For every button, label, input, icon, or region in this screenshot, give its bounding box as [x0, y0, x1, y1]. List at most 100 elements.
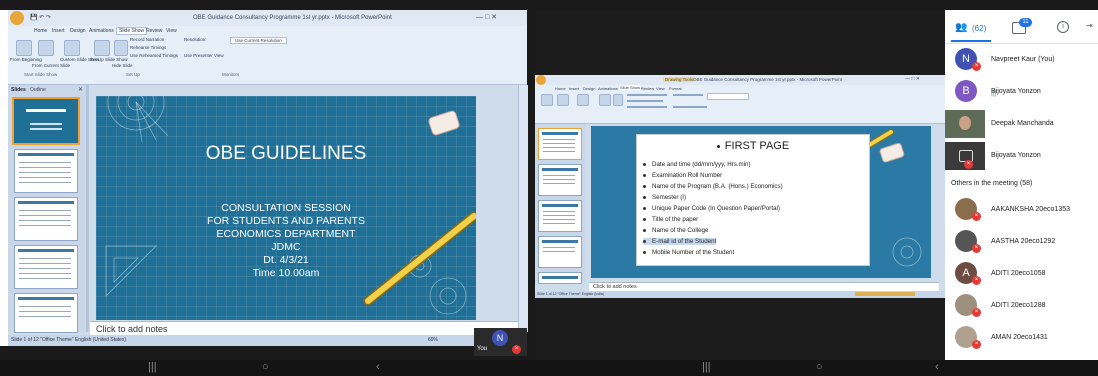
tab-animations-2[interactable]: Animations [598, 86, 618, 91]
resolution-select[interactable]: Use Current Resolution [230, 37, 287, 44]
participant-row[interactable]: × AASTHA 20eco1292 [945, 228, 1098, 256]
tab-slide-show[interactable]: Slide Show [116, 27, 148, 35]
from-beginning-icon[interactable] [16, 40, 32, 56]
tab-design-2[interactable]: Design [583, 86, 595, 91]
eraser-icon [428, 110, 460, 136]
group-monitors: Monitors [222, 72, 240, 77]
participant-row[interactable]: × ADITI 20eco1288 [945, 292, 1098, 320]
group-set-up: Set Up [126, 72, 140, 77]
thumbnail-slide-2[interactable] [14, 149, 78, 193]
tab-insert-2[interactable]: Insert [569, 86, 579, 91]
zoom-slider[interactable] [855, 292, 915, 296]
left-powerpoint-window: 💾 ↶ ↷ OBE Guidance Consultancy Programme… [8, 10, 528, 356]
custom-show-icon[interactable] [64, 40, 80, 56]
slide-thumbnail-pane-2 [535, 124, 585, 284]
tab-slide-show-2[interactable]: Slide Show [619, 85, 642, 90]
participant-row[interactable]: N × Navpreet Kaur (You) [945, 44, 1098, 76]
tab-animations[interactable]: Animations [89, 28, 114, 34]
use-presenter-view[interactable]: Use Presenter View [184, 53, 224, 58]
office-button-icon[interactable] [10, 11, 24, 25]
people-count: (62) [972, 24, 987, 33]
participant-row[interactable]: × Bijoyata Yonzon [945, 140, 1098, 172]
ribbon: Home Insert Design Animations Slide Show… [8, 26, 527, 85]
thumbnail-r-5[interactable] [538, 272, 582, 284]
hide-slide-label[interactable]: Hide Slide [112, 63, 133, 68]
recents-icon-2[interactable]: ||| [702, 361, 711, 373]
slide-content-box[interactable]: FIRST PAGE Date and time (dd/mm/yyy, Hrs… [636, 134, 870, 266]
status-text-2: Slide 1 of 12 "Office Theme" English (In… [537, 292, 605, 296]
slide-title: OBE GUIDELINES [205, 143, 367, 164]
participant-row[interactable]: A × ADITI 20eco1058 [945, 260, 1098, 288]
quick-access-icon[interactable]: 💾 ↶ ↷ [30, 14, 51, 21]
hide-slide-icon-2[interactable] [613, 94, 623, 106]
self-avatar: N [492, 330, 508, 346]
mic-off-icon: × [964, 160, 973, 169]
record-narration[interactable]: Record Narration [130, 37, 164, 42]
rehearse-timings[interactable]: Rehearse Timings [130, 45, 166, 50]
slide-line-3: ECONOMICS DEPARTMENT [216, 228, 356, 240]
use-rehearsed-timings[interactable]: Use Rehearsed Timings [130, 53, 178, 58]
slide-line-4: JDMC [271, 241, 301, 253]
participant-name: Bijoyata Yonzon [991, 88, 1041, 95]
participant-row[interactable]: Deepak Manchanda [945, 108, 1098, 140]
from-current-label[interactable]: From Current Slide [32, 63, 70, 68]
collapse-panel-icon[interactable]: ⇥ [1086, 21, 1093, 30]
home-icon-2[interactable]: ○ [816, 361, 823, 373]
main-slide[interactable]: OBE GUIDELINES CONSULTATION SESSION FOR … [96, 96, 476, 320]
custom-show-icon-2[interactable] [577, 94, 589, 106]
vertical-scrollbar[interactable] [518, 85, 528, 332]
tab-home[interactable]: Home [34, 28, 47, 34]
back-icon[interactable]: ‹ [376, 361, 380, 373]
thumbnail-slide-1[interactable] [12, 97, 80, 145]
notes-placeholder: Click to add notes [96, 324, 168, 334]
participants-panel: 👥 (62) 11 i ⇥ N × Navpreet Kaur (You) B … [945, 10, 1098, 360]
set-up-show-icon[interactable] [94, 40, 110, 56]
tab-review[interactable]: Review [146, 28, 162, 34]
tab-view[interactable]: View [166, 28, 177, 34]
right-letterbox-bottom [535, 298, 945, 360]
thumbnail-slide-4[interactable] [14, 245, 78, 289]
recents-icon[interactable]: ||| [148, 361, 157, 373]
pane-splitter[interactable] [86, 85, 89, 332]
window-controls-icon[interactable]: — □ ✕ [476, 13, 497, 21]
thumbnail-slide-5[interactable] [14, 293, 78, 333]
participant-row[interactable]: × AAKANKSHA 20eco1353 [945, 196, 1098, 224]
android-nav-bar: ||| ○ ‹ ||| ○ ‹ [0, 360, 1098, 376]
set-up-icon-2[interactable] [599, 94, 611, 106]
tab-design[interactable]: Design [70, 28, 86, 34]
set-up-show-label[interactable]: Set Up Slide Show [90, 57, 128, 62]
from-current-icon[interactable] [38, 40, 54, 56]
tab-format-2[interactable]: Format [669, 86, 682, 91]
tab-view-2[interactable]: View [656, 86, 665, 91]
window-controls-icon-2[interactable]: — □ ✕ [905, 76, 920, 82]
participant-row[interactable]: × AMAN 20eco1431 [945, 324, 1098, 352]
home-icon[interactable]: ○ [262, 361, 269, 373]
from-beginning-icon-2[interactable] [541, 94, 553, 106]
zoom-level[interactable]: 69% [428, 337, 438, 343]
tab-home-2[interactable]: Home [555, 86, 566, 91]
main-slide-2[interactable]: FIRST PAGE Date and time (dd/mm/yyy, Hrs… [591, 126, 931, 278]
from-current-icon-2[interactable] [557, 94, 569, 106]
mic-off-icon: × [972, 308, 981, 317]
title-bar: 💾 ↶ ↷ OBE Guidance Consultancy Programme… [8, 10, 527, 26]
thumbnail-r-1[interactable] [538, 128, 582, 160]
pane-tab-slides[interactable]: Slides [11, 87, 26, 93]
thumbnail-r-3[interactable] [538, 200, 582, 232]
tab-review-2[interactable]: Review [641, 86, 654, 91]
back-icon-2[interactable]: ‹ [935, 361, 939, 373]
thumbnail-slide-3[interactable] [14, 197, 78, 241]
office-button-icon-2[interactable] [536, 75, 546, 85]
from-beginning-label[interactable]: From Beginning [10, 57, 42, 62]
close-pane-icon[interactable]: ✕ [78, 86, 83, 93]
notes-pane[interactable]: Click to add notes [90, 321, 518, 336]
hide-slide-icon[interactable] [114, 40, 128, 56]
mic-off-icon: × [972, 276, 981, 285]
tab-insert[interactable]: Insert [52, 28, 65, 34]
pane-tab-outline[interactable]: Outline [30, 87, 46, 93]
thumbnail-r-2[interactable] [538, 164, 582, 196]
thumbnail-r-4[interactable] [538, 236, 582, 268]
self-video-tile[interactable]: N You × [474, 328, 527, 356]
info-icon[interactable]: i [1057, 21, 1069, 33]
slide-line-1: CONSULTATION SESSION [221, 202, 351, 214]
participant-row[interactable]: B ||| Bijoyata Yonzon [945, 76, 1098, 108]
